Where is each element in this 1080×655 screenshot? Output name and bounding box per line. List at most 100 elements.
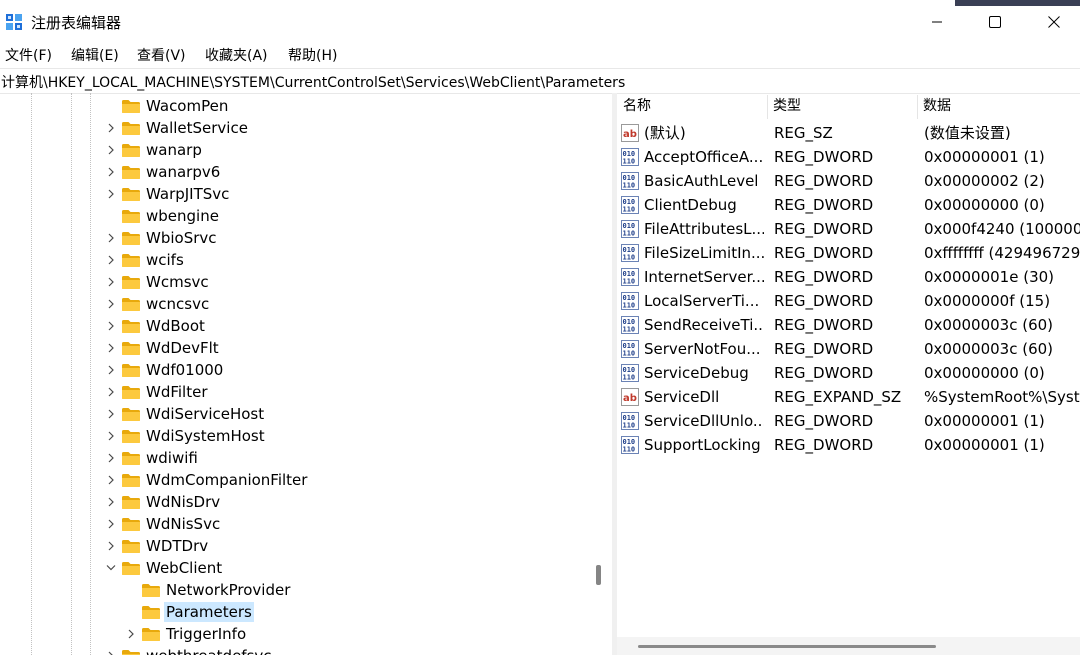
chevron-right-icon[interactable] [106,408,116,420]
tree-item[interactable]: WdNisSvc [0,513,590,535]
value-row[interactable]: 010 110 ServiceDllUnlo... REG_DWORD 0x000000… [617,409,1080,433]
tree-item-label[interactable]: WDTDrv [144,536,210,556]
chevron-right-icon[interactable] [106,276,116,288]
address-path[interactable]: 计算机\HKEY_LOCAL_MACHINE\SYSTEM\CurrentCon… [1,72,625,92]
tree-item[interactable]: WDTDrv [0,535,590,557]
tree-item-label[interactable]: WdFilter [144,382,210,402]
tree-item[interactable]: wanarp [0,139,590,161]
chevron-right-icon[interactable] [106,298,116,310]
tree-item[interactable]: NetworkProvider [0,579,590,601]
tree-item[interactable]: WdBoot [0,315,590,337]
tree-item-label[interactable]: WdiSystemHost [144,426,267,446]
tree-item[interactable]: wbengine [0,205,590,227]
menu-favorites[interactable]: 收藏夹(A) [205,45,268,65]
tree-item[interactable]: WdNisDrv [0,491,590,513]
tree-item-label[interactable]: webthreatdefsvc [144,646,274,655]
chevron-right-icon[interactable] [106,540,116,552]
tree-item[interactable]: WdiServiceHost [0,403,590,425]
value-row[interactable]: 010 110 FileSizeLimitIn... REG_DWORD 0xfffff… [617,241,1080,265]
chevron-right-icon[interactable] [106,232,116,244]
tree-item[interactable]: webthreatdefsvc [0,645,590,655]
tree-item-label[interactable]: WarpJITSvc [144,184,231,204]
tree-item-label[interactable]: wbengine [144,206,221,226]
minimize-button[interactable] [907,0,967,44]
tree-item[interactable]: Wcmsvc [0,271,590,293]
chevron-right-icon[interactable] [106,518,116,530]
values-horizontal-scrollbar[interactable] [617,637,1080,655]
chevron-right-icon[interactable] [106,342,116,354]
tree-item-label[interactable]: Wdf01000 [144,360,225,380]
menu-help[interactable]: 帮助(H) [288,45,337,65]
value-row[interactable]: ab ServiceDll REG_EXPAND_SZ %SystemRoot%\Sy… [617,385,1080,409]
tree-item-label[interactable]: WdDevFlt [144,338,221,358]
tree-item-label[interactable]: NetworkProvider [164,580,292,600]
horizontal-scrollbar-thumb[interactable] [638,645,936,648]
chevron-right-icon[interactable] [106,364,116,376]
chevron-right-icon[interactable] [106,122,116,134]
tree-item-label[interactable]: Wcmsvc [144,272,211,292]
tree-item-label[interactable]: wdiwifi [144,448,200,468]
chevron-down-icon[interactable] [106,562,116,574]
tree-item-label[interactable]: WdNisDrv [144,492,222,512]
address-bar[interactable]: 计算机\HKEY_LOCAL_MACHINE\SYSTEM\CurrentCon… [0,68,1080,94]
menu-file[interactable]: 文件(F) [5,45,52,65]
value-row[interactable]: 010 110 FileAttributesL... REG_DWORD 0x000f4… [617,217,1080,241]
close-button[interactable] [1024,0,1080,44]
value-row[interactable]: 010 110 InternetServer... REG_DWORD 0x000000… [617,265,1080,289]
tree-item[interactable]: wcncsvc [0,293,590,315]
tree-item-label[interactable]: WebClient [144,558,224,578]
tree-item[interactable]: WdFilter [0,381,590,403]
tree-item-label[interactable]: wcifs [144,250,186,270]
tree-item-label[interactable]: WdmCompanionFilter [144,470,309,490]
values-list-pane[interactable]: 名称 类型 数据 ab (默认) REG_SZ (数值未设置) 010 110 Accept… [617,93,1080,655]
value-row[interactable]: 010 110 SendReceiveTi... REG_DWORD 0x0000003… [617,313,1080,337]
tree-item[interactable]: wcifs [0,249,590,271]
tree-item[interactable]: WdDevFlt [0,337,590,359]
tree-item[interactable]: WacomPen [0,95,590,117]
tree-item-label[interactable]: WacomPen [144,96,230,116]
tree-item-label[interactable]: WalletService [144,118,250,138]
tree-item-label[interactable]: Parameters [164,602,254,622]
tree-scrollbar-thumb[interactable] [596,565,601,585]
chevron-right-icon[interactable] [126,628,136,640]
chevron-right-icon[interactable] [106,650,116,655]
chevron-right-icon[interactable] [106,254,116,266]
chevron-right-icon[interactable] [106,144,116,156]
chevron-right-icon[interactable] [106,166,116,178]
tree-item-label[interactable]: wanarp [144,140,204,160]
tree-item[interactable]: wanarpv6 [0,161,590,183]
column-header-name[interactable]: 名称 [617,93,773,120]
value-row[interactable]: 010 110 SupportLocking REG_DWORD 0x00000001 … [617,433,1080,457]
tree-item[interactable]: WebClient [0,557,590,579]
value-row[interactable]: 010 110 ServerNotFou... REG_DWORD 0x0000003c… [617,337,1080,361]
menu-edit[interactable]: 编辑(E) [71,45,119,65]
tree-item[interactable]: WdiSystemHost [0,425,590,447]
value-row[interactable]: 010 110 ClientDebug REG_DWORD 0x00000000 (0) [617,193,1080,217]
tree-item-label[interactable]: WdBoot [144,316,207,336]
tree-item-label[interactable]: TriggerInfo [164,624,248,644]
key-tree-pane[interactable]: WacomPen WalletService wanarp wanarpv6 WarpJ… [0,93,608,655]
chevron-right-icon[interactable] [106,430,116,442]
tree-item-label[interactable]: wcncsvc [144,294,211,314]
chevron-right-icon[interactable] [106,188,116,200]
value-row[interactable]: 010 110 LocalServerTi... REG_DWORD 0x0000000… [617,289,1080,313]
tree-item[interactable]: TriggerInfo [0,623,590,645]
tree-item-label[interactable]: WdNisSvc [144,514,222,534]
tree-item[interactable]: WarpJITSvc [0,183,590,205]
tree-item-label[interactable]: WbioSrvc [144,228,219,248]
value-row[interactable]: 010 110 ServiceDebug REG_DWORD 0x00000000 (0… [617,361,1080,385]
tree-item-label[interactable]: WdiServiceHost [144,404,266,424]
column-header-type[interactable]: 类型 [767,93,923,120]
chevron-right-icon[interactable] [106,386,116,398]
chevron-right-icon[interactable] [106,474,116,486]
menu-view[interactable]: 查看(V) [137,45,186,65]
tree-item-label[interactable]: wanarpv6 [144,162,222,182]
tree-item[interactable]: Parameters [0,601,590,623]
value-row[interactable]: ab (默认) REG_SZ (数值未设置) [617,121,1080,145]
chevron-right-icon[interactable] [106,320,116,332]
maximize-button[interactable] [965,0,1025,44]
tree-item[interactable]: WdmCompanionFilter [0,469,590,491]
chevron-right-icon[interactable] [106,496,116,508]
column-header-data[interactable]: 数据 [917,93,1080,120]
value-row[interactable]: 010 110 BasicAuthLevel REG_DWORD 0x00000002 … [617,169,1080,193]
